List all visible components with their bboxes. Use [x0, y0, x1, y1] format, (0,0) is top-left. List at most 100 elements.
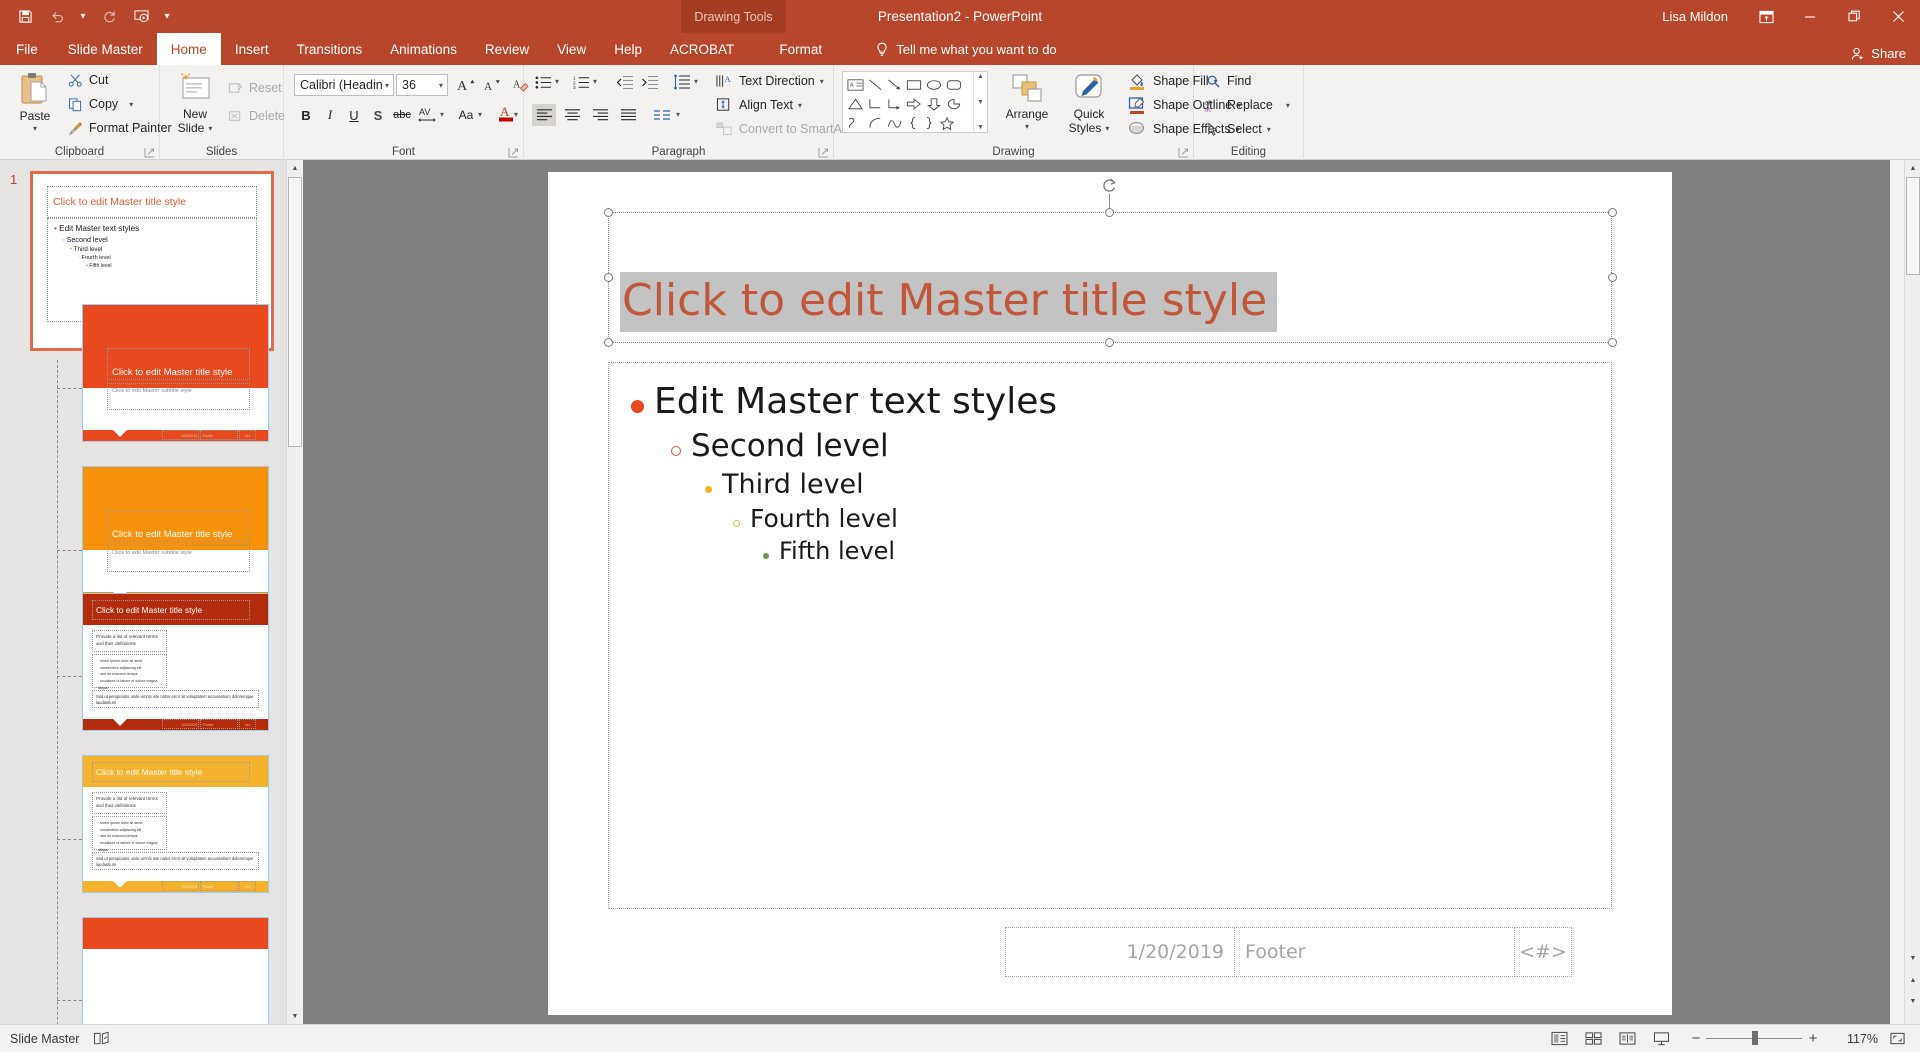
account-user-name[interactable]: Lisa Mildon: [1662, 9, 1728, 24]
tab-slide-master[interactable]: Slide Master: [54, 33, 157, 65]
customize-qat-icon[interactable]: ▾: [158, 4, 176, 30]
close-icon[interactable]: [1876, 0, 1920, 33]
main-scrollbar-thumb[interactable]: [1906, 177, 1920, 275]
shape-scribble-icon[interactable]: [847, 116, 864, 130]
font-size-combobox[interactable]: 36 ▾: [396, 74, 448, 96]
thumb-scrollbar-thumb[interactable]: [288, 177, 302, 447]
bullet-level-1[interactable]: Edit Master text styles: [631, 381, 1601, 422]
font-size-dropdown-icon[interactable]: ▾: [439, 81, 443, 90]
tab-acrobat[interactable]: ACROBAT: [656, 33, 748, 65]
tab-format[interactable]: Format: [748, 33, 853, 65]
minimize-icon[interactable]: [1788, 0, 1832, 33]
shape-textbox-icon[interactable]: A: [847, 78, 864, 92]
zoom-out-button[interactable]: −: [1686, 1030, 1706, 1047]
accessibility-checker-icon[interactable]: [93, 1031, 110, 1046]
thumbnail-layout-4[interactable]: Click to edit Master title style Provide…: [82, 755, 269, 893]
slide-number-placeholder[interactable]: <#>: [1514, 927, 1572, 977]
resize-handle-ne[interactable]: [1608, 208, 1617, 217]
resize-handle-n[interactable]: [1105, 208, 1114, 217]
shape-curve-icon[interactable]: [887, 116, 903, 130]
underline-button[interactable]: U: [342, 104, 366, 126]
thumb-scroll-up-icon[interactable]: ▲: [287, 160, 303, 176]
shape-pie-icon[interactable]: [946, 97, 962, 111]
share-button[interactable]: Share: [1850, 46, 1906, 61]
align-right-button[interactable]: [588, 104, 612, 126]
thumbnail-layout-1[interactable]: Click to edit Master title style Click t…: [82, 304, 269, 442]
copy-button[interactable]: Copy ▾: [66, 93, 133, 115]
thumbnail-layout-3[interactable]: Click to edit Master title style Provide…: [82, 593, 269, 731]
shape-arc-icon[interactable]: [868, 116, 883, 130]
line-spacing-button[interactable]: [671, 72, 693, 92]
next-slide-icon[interactable]: ▼: [1905, 993, 1920, 1009]
text-direction-button[interactable]: A Text Direction ▾: [714, 70, 824, 92]
slide-canvas[interactable]: Click to edit Master title style Edit Ma…: [548, 172, 1672, 1015]
shape-triangle-icon[interactable]: [847, 97, 864, 111]
character-spacing-button[interactable]: AV: [416, 104, 440, 126]
text-direction-dropdown-icon[interactable]: ▾: [820, 77, 824, 86]
increase-font-size-button[interactable]: A: [454, 73, 478, 95]
shape-oval-icon[interactable]: [926, 78, 942, 92]
main-scroll-up-icon[interactable]: ▲: [1905, 160, 1920, 176]
resize-handle-se[interactable]: [1608, 338, 1617, 347]
arrange-dropdown-icon[interactable]: ▾: [1025, 122, 1029, 131]
line-spacing-dropdown-icon[interactable]: ▾: [694, 77, 698, 86]
shapes-gallery-scroll[interactable]: ▲ ▼ ▼: [973, 72, 987, 132]
align-text-dropdown-icon[interactable]: ▾: [798, 101, 802, 110]
shapes-scroll-down-icon[interactable]: ▼: [977, 99, 984, 106]
shape-elbow-arrow-icon[interactable]: [887, 97, 902, 111]
quick-styles-button[interactable]: Quick Styles ▾: [1060, 70, 1118, 136]
shapes-gallery-more-icon[interactable]: ▼: [977, 124, 984, 131]
tab-help[interactable]: Help: [600, 33, 656, 65]
thumbnail-layout-2[interactable]: Click to edit Master title style Click t…: [82, 466, 269, 604]
select-button[interactable]: Select ▾: [1204, 118, 1271, 140]
bullet-level-2[interactable]: Second level: [631, 428, 1601, 464]
tell-me-search[interactable]: Tell me what you want to do: [875, 33, 1057, 65]
body-placeholder[interactable]: Edit Master text styles Second level Thi…: [608, 362, 1612, 909]
shape-elbow-connector-icon[interactable]: [868, 97, 883, 111]
zoom-knob[interactable]: [1752, 1031, 1758, 1045]
bullet-level-3[interactable]: Third level: [631, 469, 1601, 500]
tab-review[interactable]: Review: [471, 33, 543, 65]
shape-line-icon[interactable]: [868, 78, 883, 92]
resize-handle-nw[interactable]: [604, 208, 613, 217]
rotation-handle[interactable]: [1101, 177, 1118, 194]
clipboard-dialog-launcher[interactable]: [144, 146, 155, 158]
bold-button[interactable]: B: [294, 104, 318, 126]
decrease-font-size-button[interactable]: A: [480, 73, 504, 95]
character-spacing-dropdown-icon[interactable]: ▾: [440, 110, 444, 119]
italic-button[interactable]: I: [318, 104, 342, 126]
decrease-list-level-button[interactable]: [614, 72, 636, 92]
align-center-button[interactable]: [560, 104, 584, 126]
paste-button[interactable]: Paste ▾: [8, 70, 62, 133]
save-icon[interactable]: [10, 4, 40, 30]
tab-home[interactable]: Home: [156, 33, 221, 65]
tab-view[interactable]: View: [543, 33, 600, 65]
view-reading-button[interactable]: [1612, 1027, 1642, 1051]
paragraph-dialog-launcher[interactable]: [818, 146, 829, 158]
previous-slide-icon[interactable]: ▲: [1905, 972, 1920, 988]
bullet-level-5[interactable]: Fifth level: [631, 537, 1601, 565]
bullets-dropdown-icon[interactable]: ▾: [555, 77, 559, 86]
replace-dropdown-icon[interactable]: ▾: [1286, 101, 1290, 110]
numbering-button[interactable]: 123: [570, 72, 592, 92]
thumbnail-pane-scrollbar[interactable]: ▲ ▼: [286, 160, 303, 1024]
slide-area-scrollbar[interactable]: ▲ ▼ ▲ ▼: [1904, 160, 1920, 1024]
format-painter-button[interactable]: Format Painter: [66, 117, 172, 139]
zoom-track[interactable]: [1706, 1031, 1802, 1045]
bullets-button[interactable]: [532, 72, 554, 92]
replace-button[interactable]: ab ac Replace ▾: [1204, 94, 1290, 116]
columns-button[interactable]: [650, 104, 674, 126]
text-shadow-button[interactable]: S: [366, 104, 390, 126]
align-text-button[interactable]: Align Text ▾: [714, 94, 802, 116]
restore-icon[interactable]: [1832, 0, 1876, 33]
columns-dropdown-icon[interactable]: ▾: [676, 110, 680, 119]
thumbnail-layout-5[interactable]: [82, 917, 269, 1024]
justify-button[interactable]: [616, 104, 640, 126]
footer-placeholder[interactable]: Footer: [1234, 927, 1515, 977]
new-slide-dropdown-icon[interactable]: ▾: [208, 124, 212, 133]
master-title-text[interactable]: Click to edit Master title style: [620, 272, 1278, 333]
numbering-dropdown-icon[interactable]: ▾: [593, 77, 597, 86]
redo-icon[interactable]: [94, 4, 124, 30]
tab-transitions[interactable]: Transitions: [283, 33, 377, 65]
font-dialog-launcher[interactable]: [508, 146, 519, 158]
